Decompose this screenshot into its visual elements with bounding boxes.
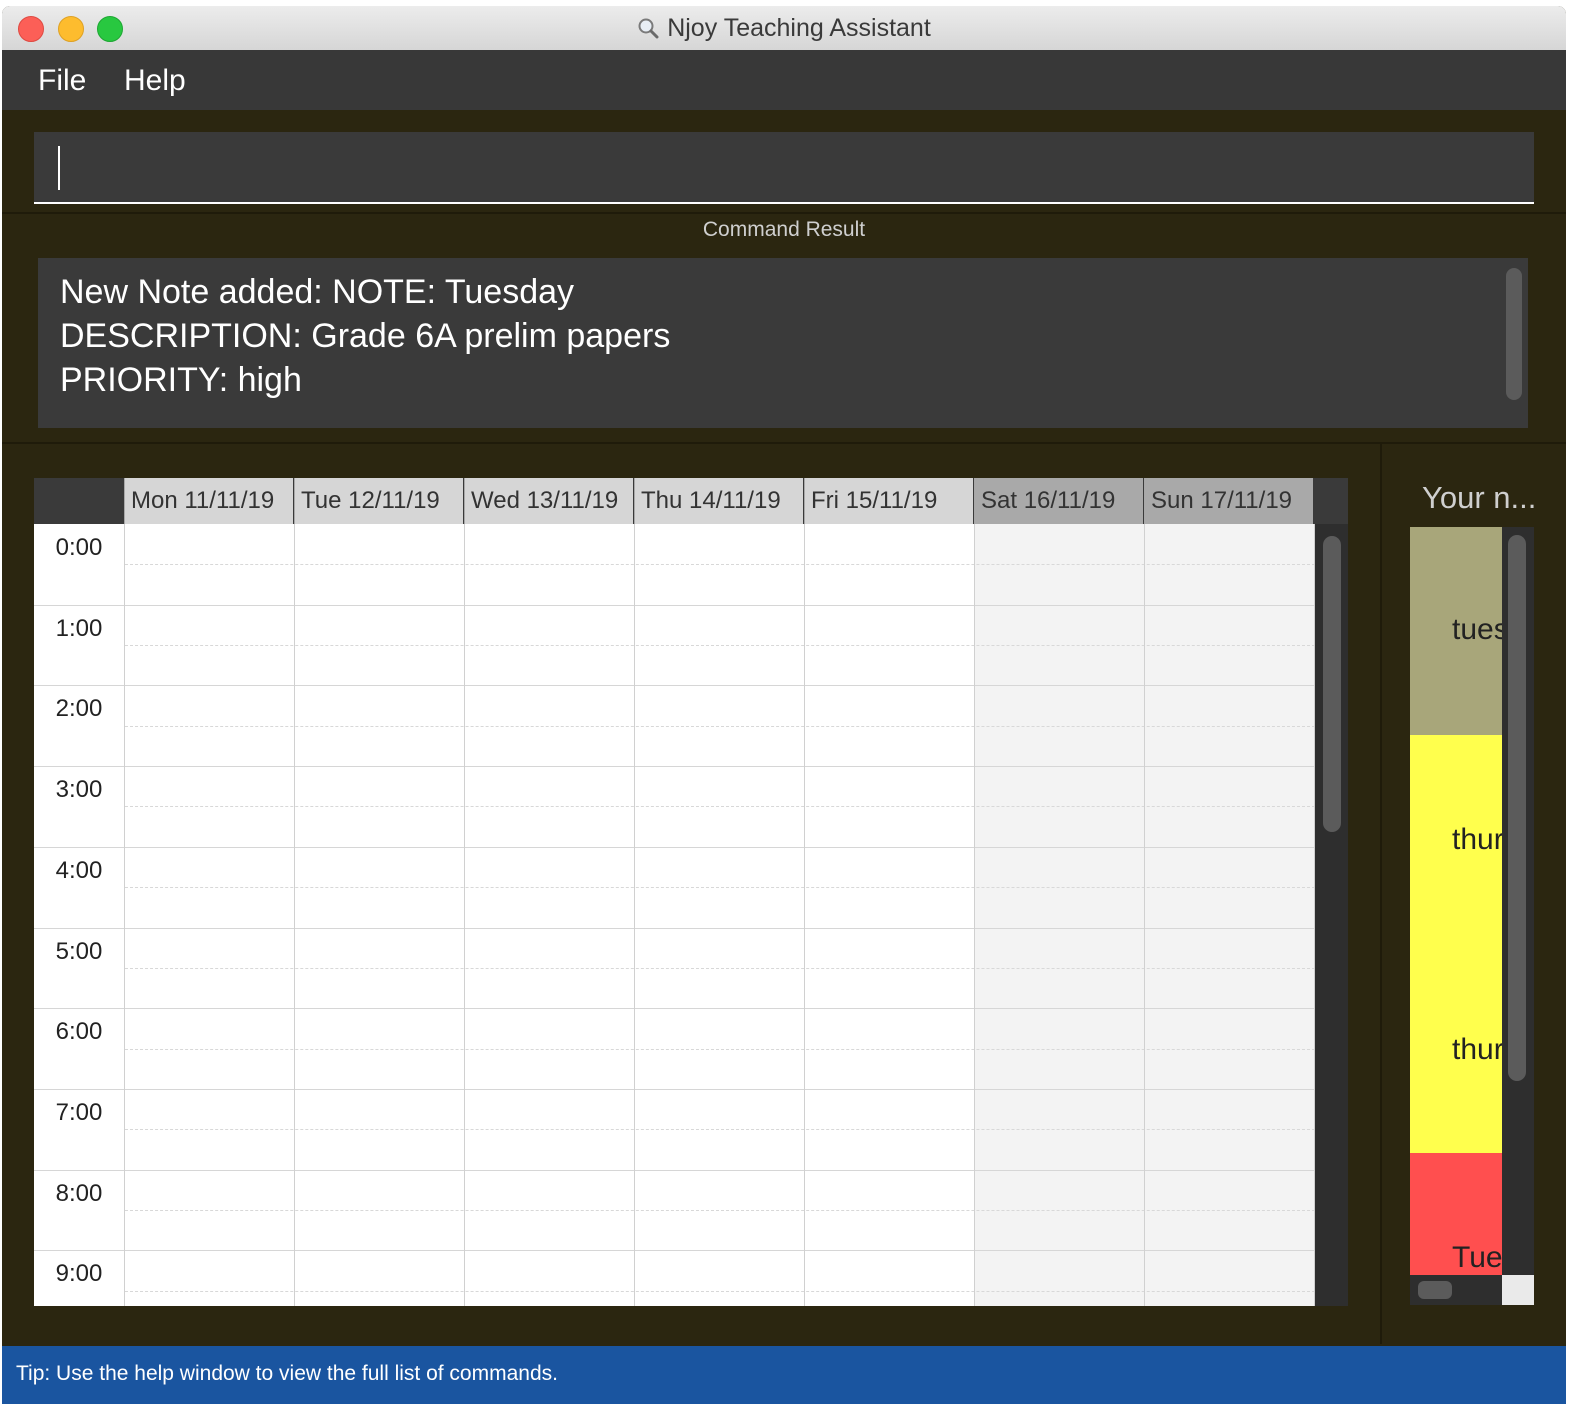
day-column-line bbox=[1144, 524, 1145, 1306]
hour-line bbox=[34, 1169, 1315, 1171]
divider bbox=[2, 442, 1566, 444]
status-tip: Tip: Use the help window to view the ful… bbox=[16, 1362, 558, 1385]
note-title: thur bbox=[1452, 823, 1502, 856]
menu-file[interactable]: File bbox=[38, 64, 86, 98]
day-header: Wed 13/11/19 bbox=[464, 478, 633, 524]
command-input[interactable] bbox=[34, 132, 1534, 204]
app-window: Njoy Teaching Assistant File Help Comman… bbox=[2, 6, 1566, 1404]
day-column-line bbox=[804, 524, 805, 1306]
half-hour-line bbox=[125, 806, 1315, 808]
weekly-calendar: Mon 11/11/19 Tue 12/11/19 Wed 13/11/19 Thu … bbox=[34, 478, 1348, 1306]
note-title: tues bbox=[1452, 613, 1502, 646]
notes-panel-title: Your n... bbox=[1422, 480, 1537, 515]
note-card[interactable]: thur bbox=[1410, 945, 1502, 1153]
notes-horizontal-scroll-thumb[interactable] bbox=[1418, 1281, 1452, 1299]
day-header: Mon 11/11/19 bbox=[124, 478, 293, 524]
hour-line bbox=[34, 846, 1315, 848]
half-hour-line bbox=[125, 887, 1315, 889]
command-result-label: Command Result bbox=[702, 218, 866, 241]
note-card[interactable]: Tue bbox=[1410, 1153, 1502, 1275]
note-title: thur bbox=[1452, 1033, 1502, 1066]
day-column-line bbox=[294, 524, 295, 1306]
day-header: Thu 14/11/19 bbox=[634, 478, 803, 524]
result-scrollbar[interactable] bbox=[1506, 268, 1522, 400]
half-hour-line bbox=[125, 1290, 1315, 1292]
half-hour-line bbox=[125, 967, 1315, 969]
notes-list[interactable]: tues thur thur Tue bbox=[1410, 527, 1534, 1305]
hour-line bbox=[34, 927, 1315, 929]
hour-label: 4:00 bbox=[55, 856, 103, 884]
hour-line bbox=[34, 604, 1315, 606]
hour-line bbox=[34, 685, 1315, 687]
hour-label: 9:00 bbox=[55, 1260, 103, 1288]
divider-vertical bbox=[1380, 444, 1382, 1344]
day-header: Tue 12/11/19 bbox=[294, 478, 463, 524]
weekend-column-shade bbox=[975, 524, 1145, 1306]
hour-label: 1:00 bbox=[55, 614, 103, 642]
hour-line bbox=[34, 1008, 1315, 1010]
hour-label: 0:00 bbox=[55, 534, 103, 561]
menu-bar: File Help bbox=[2, 50, 1566, 110]
day-column-line bbox=[974, 524, 975, 1306]
note-title: Tue bbox=[1452, 1241, 1502, 1274]
note-card[interactable]: thur bbox=[1410, 735, 1502, 945]
hour-line bbox=[34, 1250, 1315, 1252]
hour-label: 8:00 bbox=[55, 1179, 103, 1207]
divider bbox=[2, 212, 1566, 214]
day-header: Sun 17/11/19 bbox=[1144, 478, 1313, 524]
hour-label: 7:00 bbox=[55, 1098, 103, 1126]
scrollbar-corner bbox=[1502, 1275, 1534, 1305]
window-title: Njoy Teaching Assistant bbox=[667, 14, 931, 42]
day-header: Fri 15/11/19 bbox=[804, 478, 973, 524]
calendar-scrollbar[interactable] bbox=[1315, 524, 1348, 1306]
note-card[interactable]: tues bbox=[1410, 527, 1502, 735]
half-hour-line bbox=[125, 1048, 1315, 1050]
half-hour-line bbox=[125, 725, 1315, 727]
notes-horizontal-scrollbar[interactable] bbox=[1410, 1275, 1502, 1305]
day-column-line bbox=[634, 524, 635, 1306]
hour-label: 3:00 bbox=[55, 776, 103, 804]
hour-line bbox=[34, 766, 1315, 768]
hour-label: 5:00 bbox=[55, 937, 103, 965]
notes-vertical-scroll-thumb[interactable] bbox=[1508, 535, 1526, 1081]
day-column-line bbox=[124, 524, 125, 1306]
half-hour-line bbox=[125, 1129, 1315, 1131]
half-hour-line bbox=[125, 564, 1315, 566]
command-result-text: New Note added: NOTE: Tuesday DESCRIPTIO… bbox=[60, 273, 671, 399]
status-bar: Tip: Use the help window to view the ful… bbox=[2, 1346, 1566, 1404]
window-title-wrap: Njoy Teaching Assistant bbox=[2, 14, 1566, 43]
calendar-header-corner bbox=[34, 478, 124, 524]
calendar-grid[interactable]: 0:00 1:00 2:00 3:00 4:00 5:00 6:00 7:00 8:00 9:00 bbox=[34, 524, 1315, 1306]
time-column: 0:00 1:00 2:00 3:00 4:00 5:00 6:00 7:00 8:00 9:00 bbox=[34, 524, 125, 1306]
day-header: Sat 16/11/19 bbox=[974, 478, 1143, 524]
hour-label: 2:00 bbox=[55, 695, 103, 723]
command-result-box[interactable]: New Note added: NOTE: Tuesday DESCRIPTIO… bbox=[38, 258, 1528, 428]
calendar-header: Mon 11/11/19 Tue 12/11/19 Wed 13/11/19 Thu … bbox=[34, 478, 1348, 524]
day-column-line bbox=[464, 524, 465, 1306]
weekend-column-shade bbox=[1145, 524, 1315, 1306]
menu-help[interactable]: Help bbox=[124, 64, 186, 98]
half-hour-line bbox=[125, 645, 1315, 647]
hour-line bbox=[34, 1088, 1315, 1090]
half-hour-line bbox=[125, 1209, 1315, 1211]
calendar-header-spacer bbox=[1315, 478, 1348, 524]
magnifier-icon bbox=[638, 18, 659, 39]
text-caret bbox=[58, 146, 60, 190]
title-bar[interactable]: Njoy Teaching Assistant bbox=[2, 6, 1566, 51]
hour-label: 6:00 bbox=[55, 1018, 103, 1046]
calendar-scroll-thumb[interactable] bbox=[1323, 536, 1341, 832]
